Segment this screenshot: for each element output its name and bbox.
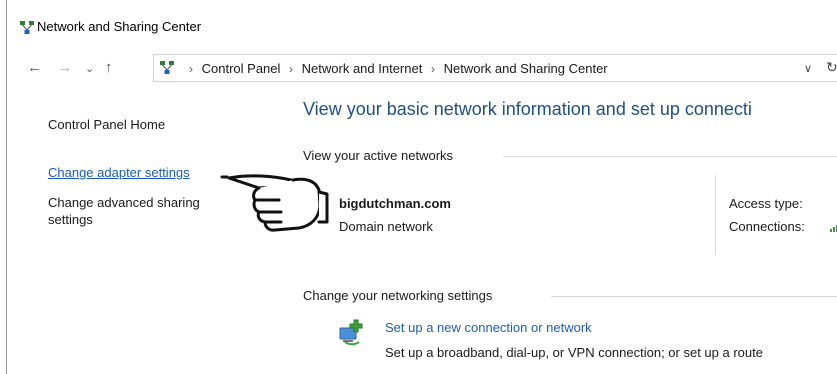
link-line-2[interactable]: settings <box>48 211 248 228</box>
title-bar: Network and Sharing Center <box>7 10 837 34</box>
new-connection-icon <box>339 319 363 346</box>
breadcrumb-network-and-internet[interactable]: Network and Internet <box>302 61 423 76</box>
chevron-right-icon[interactable]: › <box>289 62 293 76</box>
forward-arrow-icon[interactable]: → <box>57 60 72 75</box>
link-line-1[interactable]: Change advanced sharing <box>48 194 248 211</box>
network-type: Domain network <box>339 219 433 234</box>
change-settings-heading: Change your networking settings <box>303 288 493 303</box>
window: Network and Sharing Center ← → ⌄ ↑ › Con… <box>6 0 837 374</box>
section-divider <box>503 156 837 157</box>
breadcrumb: › Control Panel › Network and Internet ›… <box>184 61 608 76</box>
breadcrumb-network-and-sharing-center[interactable]: Network and Sharing Center <box>444 61 608 76</box>
change-advanced-sharing-link[interactable]: Change advanced sharing settings <box>48 194 248 228</box>
setup-new-connection-description: Set up a broadband, dial-up, or VPN conn… <box>385 345 763 360</box>
control-panel-home-link[interactable]: Control Panel Home <box>48 117 165 132</box>
address-dropdown-icon[interactable]: ∨ <box>804 62 812 75</box>
connections-label: Connections: <box>729 219 805 234</box>
recent-locations-chevron-icon[interactable]: ⌄ <box>85 62 94 77</box>
change-adapter-settings-link[interactable]: Change adapter settings <box>48 165 190 180</box>
active-networks-heading: View your active networks <box>303 148 454 163</box>
network-center-icon <box>20 21 34 34</box>
breadcrumb-control-panel[interactable]: Control Panel <box>202 61 281 76</box>
window-title: Network and Sharing Center <box>37 19 202 34</box>
pointing-hand-icon <box>220 174 329 232</box>
address-bar-row: ← → ⌄ ↑ › Control Panel › Network and In… <box>7 52 837 82</box>
up-arrow-icon[interactable]: ↑ <box>105 60 113 75</box>
signal-bars-icon[interactable] <box>830 222 837 232</box>
vertical-divider <box>715 175 716 255</box>
section-divider <box>551 296 837 297</box>
chevron-right-icon: › <box>189 62 193 76</box>
page-title: View your basic network information and … <box>303 99 752 119</box>
setup-new-connection-link[interactable]: Set up a new connection or network <box>385 320 592 335</box>
back-arrow-icon[interactable]: ← <box>27 60 42 75</box>
access-type-label: Access type: <box>729 196 803 211</box>
address-input[interactable]: › Control Panel › Network and Internet ›… <box>153 54 837 82</box>
chevron-right-icon[interactable]: › <box>431 62 435 76</box>
network-name: bigdutchman.com <box>339 196 451 211</box>
network-center-icon <box>160 61 174 74</box>
refresh-icon[interactable]: ↻ <box>826 59 837 76</box>
